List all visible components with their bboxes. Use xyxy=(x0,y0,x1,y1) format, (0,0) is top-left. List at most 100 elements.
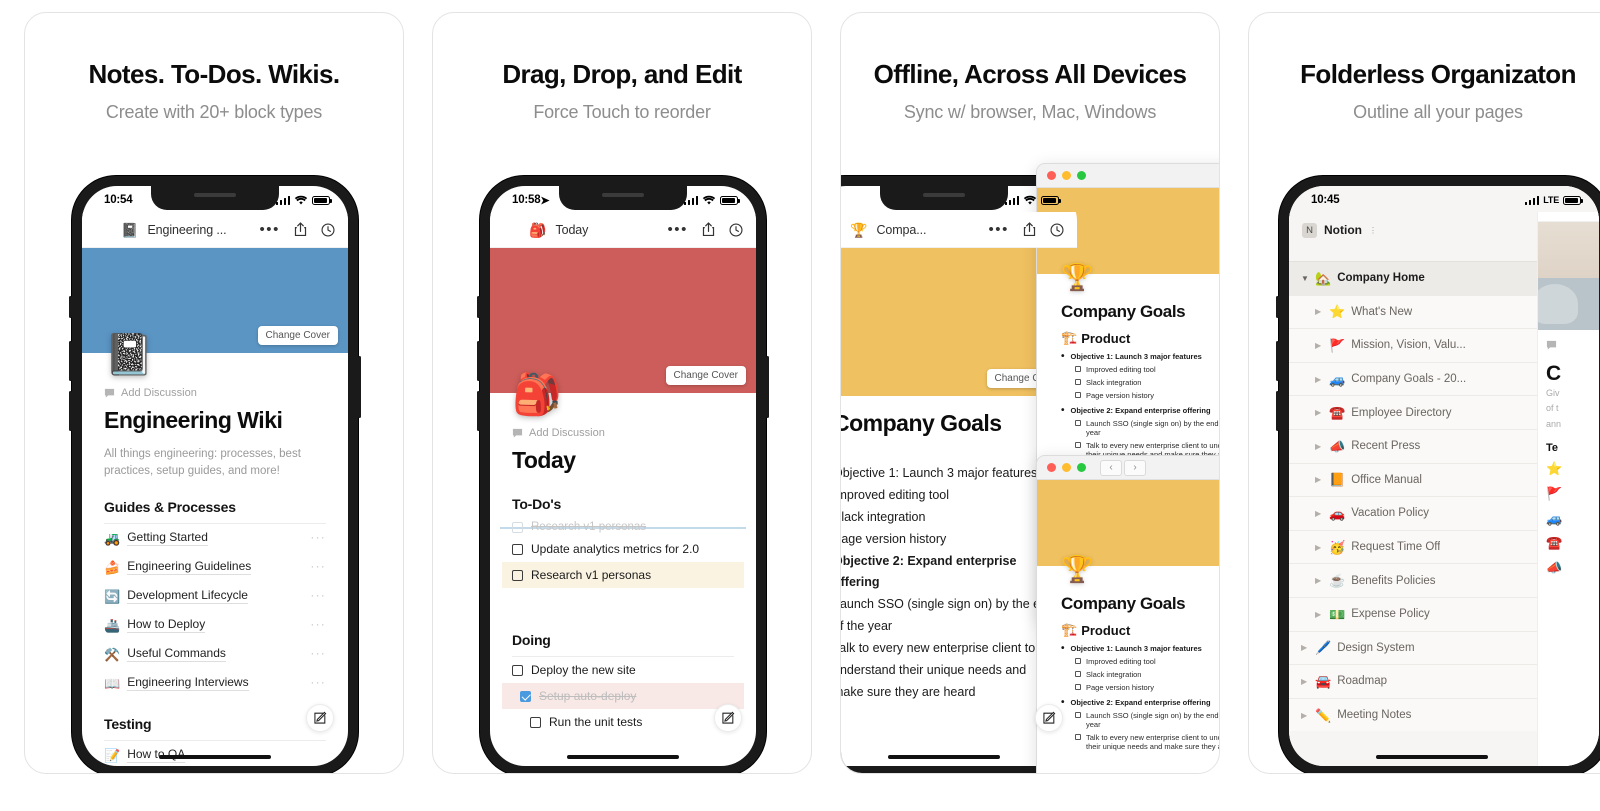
checkbox[interactable] xyxy=(1075,392,1081,398)
peeking-page[interactable]: C Giv of t ann Te ⭐ 🚩 🚙 ☎️ 📣 xyxy=(1537,186,1599,766)
checkbox-checked[interactable] xyxy=(520,690,531,702)
share-icon[interactable] xyxy=(294,222,307,237)
checkbox[interactable] xyxy=(530,716,541,728)
mac-checkbox-row[interactable]: Page version history xyxy=(1061,683,1219,692)
row-more-icon[interactable]: ··· xyxy=(310,560,326,572)
checkbox[interactable] xyxy=(1075,442,1081,448)
mute-switch[interactable] xyxy=(69,296,72,318)
more-icon[interactable]: ••• xyxy=(259,222,280,237)
clock-icon[interactable] xyxy=(729,222,743,237)
mac-checkbox-row[interactable]: Launch SSO (single sign on) by the end o… xyxy=(1061,711,1219,729)
mac-window-front[interactable]: ‹ › 🏆 Company Goals 🏗️ Product • Objectiv… xyxy=(1036,455,1219,773)
compose-fab[interactable] xyxy=(306,704,334,732)
mac-titlebar[interactable]: ‹ › xyxy=(1037,456,1219,480)
todo-row[interactable]: Run the unit tests xyxy=(512,709,734,735)
list-item[interactable]: ⚒️ Useful Commands ··· xyxy=(104,640,326,669)
todo-row[interactable]: Deploy the new site xyxy=(512,657,734,683)
volume-down-button[interactable] xyxy=(477,391,480,431)
more-icon[interactable]: ••• xyxy=(667,222,688,237)
volume-down-button[interactable] xyxy=(1276,391,1279,431)
mac-checkbox-row[interactable]: Slack integration xyxy=(1061,378,1219,387)
page-cover[interactable]: Change Cover 🎒 xyxy=(490,248,756,415)
chevron-right-icon[interactable]: ▶ xyxy=(1315,509,1329,518)
page-icon[interactable]: 🎒 xyxy=(512,375,562,415)
change-cover-button[interactable]: Change Cover xyxy=(665,366,746,385)
power-button[interactable] xyxy=(358,356,361,418)
more-icon[interactable]: ••• xyxy=(988,222,1009,237)
page-cover[interactable]: Change Cover 📓 xyxy=(82,248,348,375)
change-cover-button[interactable]: Change Cover xyxy=(257,326,338,345)
minimize-button-icon[interactable] xyxy=(1062,171,1071,180)
page-icon[interactable]: 📓 xyxy=(104,335,154,375)
list-item[interactable]: 🍰 Engineering Guidelines ··· xyxy=(104,553,326,582)
volume-up-button[interactable] xyxy=(69,341,72,381)
volume-up-button[interactable] xyxy=(477,341,480,381)
checkbox[interactable] xyxy=(1075,712,1081,718)
minimize-button-icon[interactable] xyxy=(1062,463,1071,472)
list-item[interactable]: 🚜 Getting Started ··· xyxy=(104,524,326,553)
chevron-right-icon[interactable]: ▶ xyxy=(1301,677,1315,686)
todo-row[interactable]: Research v1 personas xyxy=(502,562,744,588)
zoom-button-icon[interactable] xyxy=(1077,171,1086,180)
hamburger-icon[interactable] xyxy=(95,225,112,233)
mac-titlebar[interactable] xyxy=(1037,164,1219,188)
chevron-right-icon[interactable]: ▶ xyxy=(1315,610,1329,619)
row-more-icon[interactable]: ··· xyxy=(310,647,326,659)
power-button[interactable] xyxy=(766,356,769,418)
list-item[interactable]: 📖 Engineering Interviews ··· xyxy=(104,669,326,698)
checkbox[interactable] xyxy=(512,521,523,533)
chevron-right-icon[interactable]: ▶ xyxy=(1315,442,1329,451)
compose-fab[interactable] xyxy=(714,704,742,732)
row-more-icon[interactable]: ··· xyxy=(310,676,326,688)
mac-checkbox-row[interactable]: Page version history xyxy=(1061,391,1219,400)
checkbox[interactable] xyxy=(1075,671,1081,677)
volume-down-button[interactable] xyxy=(69,391,72,431)
add-discussion-button[interactable]: Add Discussion xyxy=(104,387,326,399)
chevron-right-icon[interactable]: ▶ xyxy=(1301,711,1315,720)
mac-checkbox-row[interactable]: Talk to every new enterprise client to u… xyxy=(1061,733,1219,751)
row-more-icon[interactable]: ··· xyxy=(310,531,326,543)
zoom-button-icon[interactable] xyxy=(1077,463,1086,472)
mac-checkbox-row[interactable]: Slack integration xyxy=(1061,670,1219,679)
list-item[interactable]: 🔄 Development Lifecycle ··· xyxy=(104,582,326,611)
mac-checkbox-row[interactable]: Improved editing tool xyxy=(1061,365,1219,374)
chevron-right-icon[interactable]: ▶ xyxy=(1315,408,1329,417)
checkbox[interactable] xyxy=(1075,658,1081,664)
chevron-updown-icon[interactable]: ⋮ xyxy=(1369,226,1377,235)
checkbox[interactable] xyxy=(512,569,523,581)
add-discussion-button[interactable]: Add Discussion xyxy=(512,427,734,439)
checkbox[interactable] xyxy=(1075,684,1081,690)
row-more-icon[interactable]: ··· xyxy=(310,618,326,630)
volume-up-button[interactable] xyxy=(1276,341,1279,381)
checkbox[interactable] xyxy=(1075,734,1081,740)
mute-switch[interactable] xyxy=(1276,296,1279,318)
share-icon[interactable] xyxy=(702,222,715,237)
chevron-right-icon[interactable]: ▶ xyxy=(1301,643,1315,652)
compose-fab[interactable] xyxy=(1035,704,1063,732)
chevron-right-icon[interactable]: ▶ xyxy=(1315,576,1329,585)
checkbox[interactable] xyxy=(512,664,523,676)
clock-icon[interactable] xyxy=(1050,222,1064,237)
mute-switch[interactable] xyxy=(477,296,480,318)
share-icon[interactable] xyxy=(1023,222,1036,237)
todo-row[interactable]: Update analytics metrics for 2.0 xyxy=(512,536,734,562)
list-item[interactable]: 🚢 How to Deploy ··· xyxy=(104,611,326,640)
hamburger-icon[interactable] xyxy=(503,225,520,233)
mac-checkbox-row[interactable]: Launch SSO (single sign on) by the end o… xyxy=(1061,419,1219,437)
chevron-right-icon[interactable]: ▶ xyxy=(1315,307,1329,316)
workspace-name[interactable]: Notion xyxy=(1324,223,1362,237)
checkbox[interactable] xyxy=(1075,379,1081,385)
hamburger-icon[interactable] xyxy=(840,225,841,233)
row-more-icon[interactable]: ··· xyxy=(310,589,326,601)
chevron-right-icon[interactable]: ▶ xyxy=(1315,543,1329,552)
todo-row[interactable]: Setup auto-deploy xyxy=(502,683,744,709)
checkbox[interactable] xyxy=(512,543,523,555)
checkbox[interactable] xyxy=(1075,366,1081,372)
back-button[interactable]: ‹ xyxy=(1100,459,1122,476)
clock-icon[interactable] xyxy=(321,222,335,237)
chevron-right-icon[interactable]: ▶ xyxy=(1315,475,1329,484)
mac-checkbox-row[interactable]: Improved editing tool xyxy=(1061,657,1219,666)
chevron-right-icon[interactable]: ▶ xyxy=(1315,375,1329,384)
chevron-down-icon[interactable]: ▼ xyxy=(1301,274,1315,283)
forward-button[interactable]: › xyxy=(1124,459,1146,476)
